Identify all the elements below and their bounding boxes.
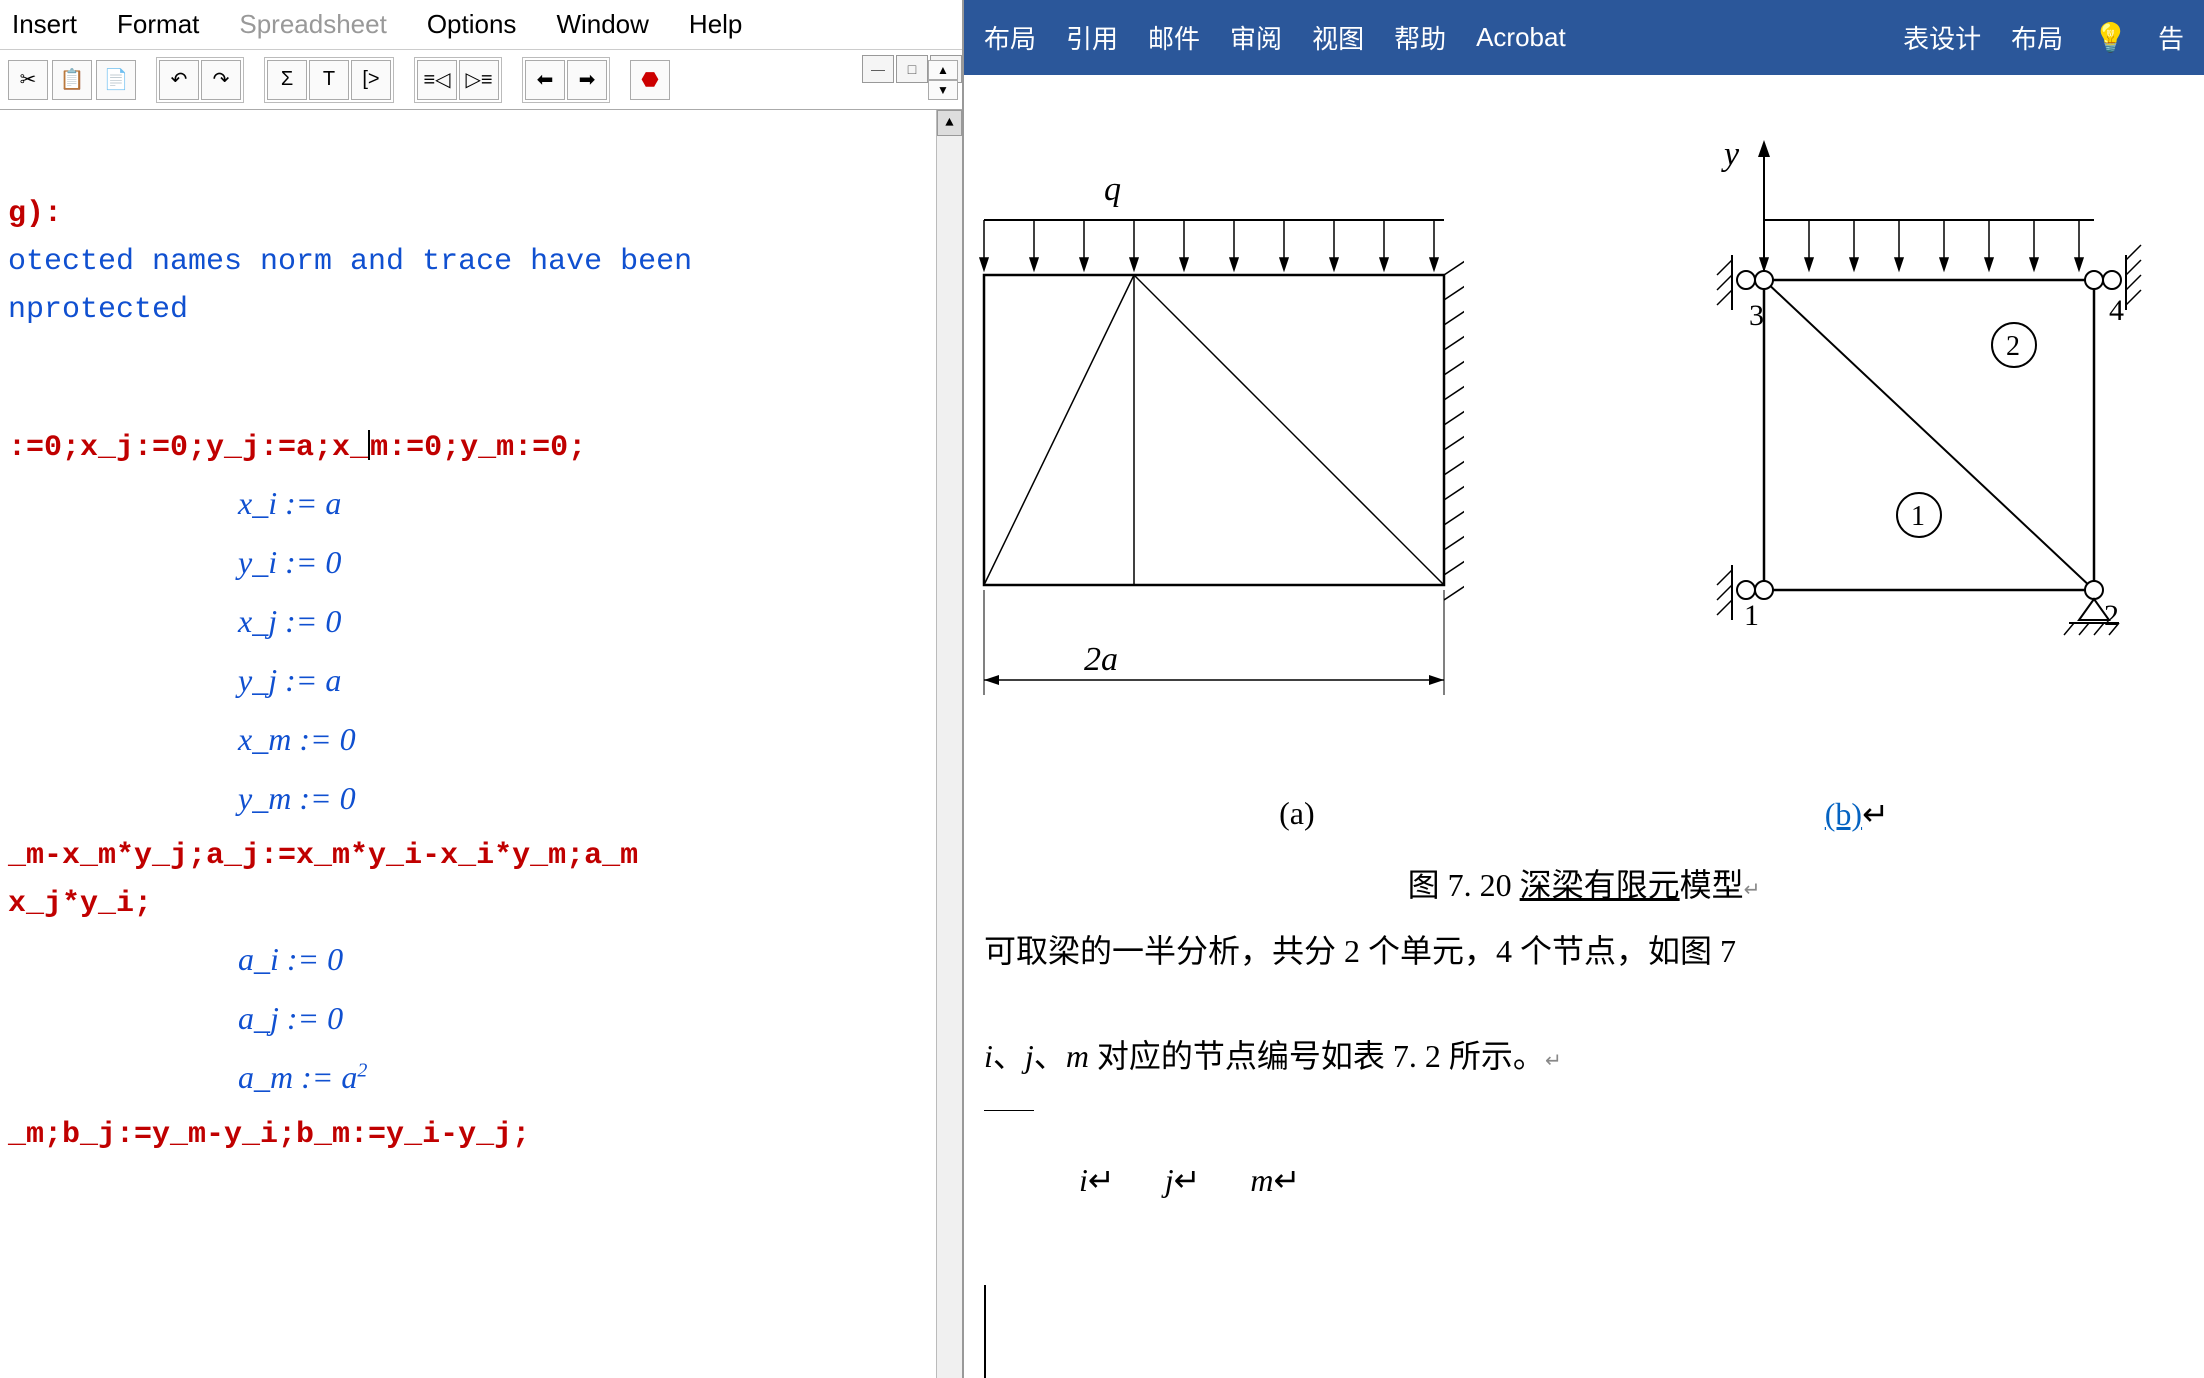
vertical-scrollbar[interactable]: ▲: [936, 110, 962, 1378]
table-header-i: i↵: [1079, 1161, 1115, 1199]
text-button[interactable]: T: [309, 60, 349, 100]
node-1-label: 1: [1744, 599, 1759, 632]
input-before-cursor: :=0;x_j:=0;y_j:=a;x_: [8, 431, 368, 465]
result-ym: y_m := 0: [238, 780, 356, 816]
ribbon-reference[interactable]: 引用: [1066, 19, 1118, 56]
figure-b: y: [1664, 115, 2194, 755]
code-line-3: x_j*y_i;: [8, 880, 954, 928]
load-label: q: [1104, 171, 1121, 208]
outdent-button[interactable]: ≡◁: [417, 60, 457, 100]
prompt-button[interactable]: [>: [351, 60, 391, 100]
toolbar-up-button[interactable]: ▲: [928, 60, 958, 80]
result-am: a_m := a2: [238, 1059, 367, 1095]
redo-button[interactable]: ↷: [201, 60, 241, 100]
copy-button[interactable]: 📋: [52, 60, 92, 100]
figure-a: q: [974, 115, 1464, 755]
copy-icon: 📋: [60, 67, 85, 92]
ribbon: 布局 引用 邮件 审阅 视图 帮助 Acrobat 表设计 布局 💡 告: [964, 0, 2204, 75]
ribbon-acrobat[interactable]: Acrobat: [1476, 22, 1566, 53]
lightbulb-icon[interactable]: 💡: [2093, 21, 2128, 54]
code-line-4: _m;b_j:=y_m-y_i;b_m:=y_i-y_j;: [8, 1111, 954, 1159]
caption-b: (b)↵: [1825, 795, 1889, 833]
stop-icon: ⬣: [641, 67, 658, 92]
figure-title: 图 7. 20 深梁有限元模型↵: [974, 853, 2194, 919]
output-message-1: otected names norm and trace have been: [8, 238, 954, 286]
sigma-icon: Σ: [281, 68, 293, 91]
caption-a: (a): [1279, 795, 1315, 833]
menu-help[interactable]: Help: [689, 9, 742, 40]
back-button[interactable]: ⬅: [525, 60, 565, 100]
arrow-left-icon: ⬅: [537, 67, 554, 92]
triangle-up-icon: ▲: [937, 63, 949, 77]
code-fragment-1: g):: [8, 190, 954, 238]
worksheet-area[interactable]: g): otected names norm and trace have be…: [0, 110, 962, 1378]
table-header-row: i↵ j↵ m↵: [1004, 1141, 1404, 1199]
table-header-j: j↵: [1165, 1161, 1201, 1199]
triangle-down-icon: ▼: [937, 83, 949, 97]
body-paragraph-1: 可取梁的一半分析，共分 2 个单元，4 个节点，如图 7: [974, 919, 2194, 985]
forward-button[interactable]: ➡: [567, 60, 607, 100]
input-after-cursor: m:=0;y_m:=0;: [370, 431, 586, 465]
menu-insert[interactable]: Insert: [12, 9, 77, 40]
result-ai: a_i := 0: [238, 941, 343, 977]
word-window: 布局 引用 邮件 审阅 视图 帮助 Acrobat 表设计 布局 💡 告 q: [964, 0, 2204, 1378]
undo-icon: ↶: [171, 67, 188, 92]
node-4-label: 4: [2109, 294, 2124, 327]
maple-window: Insert Format Spreadsheet Options Window…: [0, 0, 964, 1378]
paste-button[interactable]: 📄: [96, 60, 136, 100]
menu-window[interactable]: Window: [556, 9, 648, 40]
ribbon-layout[interactable]: 布局: [984, 19, 1036, 56]
caption-row: (a) (b)↵: [974, 795, 2194, 833]
paste-icon: 📄: [104, 67, 129, 92]
node-3-label: 3: [1749, 299, 1764, 332]
document-area[interactable]: q: [964, 75, 2204, 1378]
body-paragraph-2: i、j、m 对应的节点编号如表 7. 2 所示。↵: [974, 1024, 2194, 1090]
element-1-label: 1: [1911, 501, 1925, 532]
menubar: Insert Format Spreadsheet Options Window…: [0, 0, 962, 50]
arrow-right-icon: ➡: [579, 67, 596, 92]
triangle-up-icon: ▲: [945, 112, 953, 134]
undo-button[interactable]: ↶: [159, 60, 199, 100]
outdent-icon: ≡◁: [423, 67, 450, 92]
menu-options[interactable]: Options: [427, 9, 517, 40]
menu-format[interactable]: Format: [117, 9, 199, 40]
result-xi: x_i := a: [238, 485, 341, 521]
dimension-2a: 2a: [1084, 641, 1118, 678]
indent-icon: ▷≡: [465, 67, 492, 92]
ribbon-mail[interactable]: 邮件: [1148, 19, 1200, 56]
result-yi: y_i := 0: [238, 544, 341, 580]
scroll-up-button[interactable]: ▲: [937, 110, 962, 136]
stop-button[interactable]: ⬣: [630, 60, 670, 100]
prompt-icon: [>: [362, 68, 379, 91]
ribbon-tell-me[interactable]: 告: [2158, 19, 2184, 56]
result-xj: x_j := 0: [238, 603, 341, 639]
output-message-2: nprotected: [8, 286, 954, 334]
redo-icon: ↷: [213, 67, 230, 92]
result-aj: a_j := 0: [238, 1000, 343, 1036]
ribbon-view[interactable]: 视图: [1312, 19, 1364, 56]
scissors-icon: ✂: [20, 67, 37, 92]
sigma-button[interactable]: Σ: [267, 60, 307, 100]
toolbar: ✂ 📋 📄 ↶ ↷ Σ T [> ≡◁ ▷≡ ⬅ ➡ ⬣ ▲ ▼: [0, 50, 962, 110]
text-icon: T: [323, 68, 335, 91]
ribbon-layout2[interactable]: 布局: [2011, 19, 2063, 56]
ribbon-table-design[interactable]: 表设计: [1903, 19, 1981, 56]
y-axis-label: y: [1721, 136, 1740, 173]
result-yj: y_j := a: [238, 662, 341, 698]
code-line-2: _m-x_m*y_j;a_j:=x_m*y_i-x_i*y_m;a_m: [8, 832, 954, 880]
result-xm: x_m := 0: [238, 721, 356, 757]
cut-button[interactable]: ✂: [8, 60, 48, 100]
ribbon-review[interactable]: 审阅: [1230, 19, 1282, 56]
toolbar-down-button[interactable]: ▼: [928, 80, 958, 100]
element-2-label: 2: [2006, 331, 2020, 362]
code-input-line[interactable]: :=0;x_j:=0;y_j:=a;x_m:=0;y_m:=0;: [8, 424, 954, 472]
indent-button[interactable]: ▷≡: [459, 60, 499, 100]
table-header-m: m↵: [1250, 1161, 1300, 1199]
text-cursor: [368, 430, 370, 460]
ribbon-help[interactable]: 帮助: [1394, 19, 1446, 56]
figures-row: q: [974, 95, 2194, 775]
menu-spreadsheet[interactable]: Spreadsheet: [239, 9, 386, 40]
